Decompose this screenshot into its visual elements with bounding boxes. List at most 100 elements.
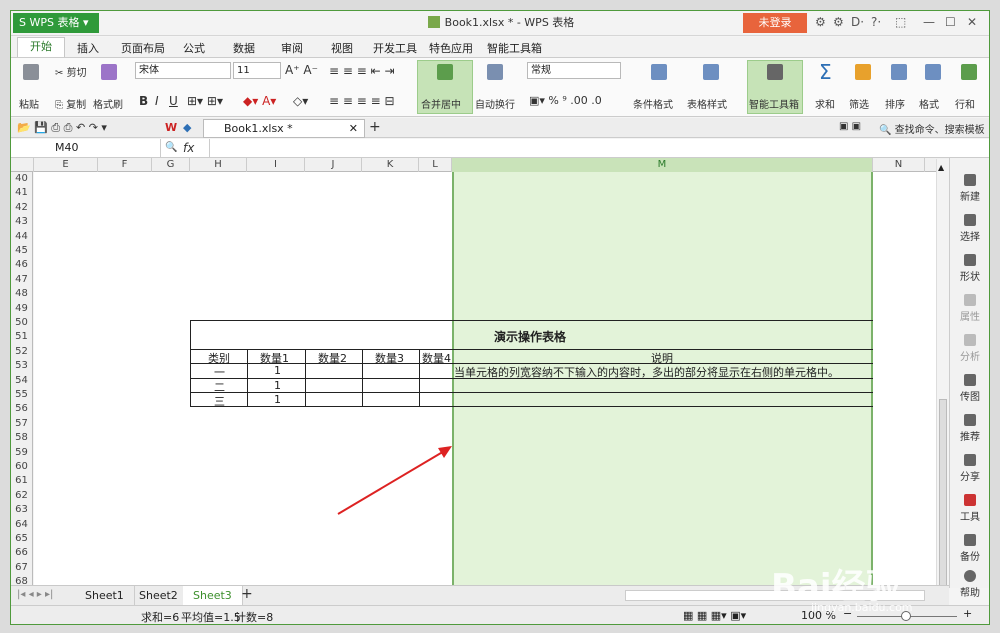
font-select[interactable]: 宋体 [135, 62, 231, 79]
row-label[interactable]: 64 [11, 518, 32, 532]
row-label[interactable]: 61 [11, 474, 32, 488]
col-j[interactable]: J [305, 158, 362, 172]
row-label[interactable]: 55 [11, 388, 32, 402]
conditional-format-button[interactable]: 条件格式 [633, 96, 673, 111]
tab-formula[interactable]: 公式 [183, 40, 205, 56]
merge-center-button[interactable]: 合并居中 [421, 96, 461, 111]
sort-button[interactable]: 排序 [885, 96, 905, 111]
format-painter-button[interactable]: 格式刷 [93, 96, 123, 111]
tab-review[interactable]: 审阅 [281, 40, 303, 56]
cut-button[interactable]: ✂ 剪切 [55, 64, 87, 79]
sheet-nav-icons[interactable]: |◂ ◂ ▸ ▸| [17, 589, 53, 600]
sidebar-share[interactable]: 分享 [950, 454, 989, 483]
data-cell[interactable]: 1 [274, 393, 281, 406]
row-label[interactable]: 57 [11, 417, 32, 431]
settings-icon[interactable]: ⚙ [833, 15, 844, 29]
col-l[interactable]: L [419, 158, 452, 172]
search-command[interactable]: 🔍 查找命令、搜索模板 [879, 121, 985, 136]
paste-button[interactable]: 粘贴 [19, 96, 39, 111]
table-title[interactable]: 演示操作表格 [494, 328, 566, 345]
sidebar-new[interactable]: 新建 [950, 174, 989, 203]
underline-button[interactable]: U [169, 94, 178, 108]
row-label[interactable]: 47 [11, 273, 32, 287]
vertical-scrollbar[interactable]: ▲ [936, 159, 949, 599]
row-label[interactable]: 56 [11, 402, 32, 416]
sheet-tab-2[interactable]: Sheet2 [129, 586, 189, 605]
header-cell[interactable]: 数量3 [375, 350, 404, 366]
row-label[interactable]: 44 [11, 230, 32, 244]
zoom-search-icon[interactable]: 🔍 [165, 142, 177, 153]
header-cell[interactable]: 数量2 [318, 350, 347, 366]
increase-font-icon[interactable]: A⁺ A⁻ [285, 63, 318, 77]
row-label[interactable]: 59 [11, 446, 32, 460]
copy-button[interactable]: ⎘ 复制 [55, 96, 86, 111]
header-cell[interactable]: 数量4 [422, 350, 451, 366]
sidebar-help[interactable]: 帮助 [950, 570, 989, 599]
row-label[interactable]: 46 [11, 258, 32, 272]
view-icons[interactable]: ▣ ▣ [839, 121, 861, 132]
align-top-icon[interactable]: ≡ ≡ ≡ ⇤ ⇥ [329, 64, 395, 78]
row-label[interactable]: 45 [11, 244, 32, 258]
minimize-button[interactable]: — [923, 15, 935, 29]
row-label[interactable]: 41 [11, 186, 32, 200]
tab-developer[interactable]: 开发工具 [373, 40, 417, 56]
row-label[interactable]: 66 [11, 546, 32, 560]
sidebar-select[interactable]: 选择 [950, 214, 989, 243]
row-col-button[interactable]: 行和 [955, 96, 975, 111]
row-label[interactable]: 63 [11, 503, 32, 517]
login-button[interactable]: 未登录 [743, 13, 807, 33]
font-color-icon[interactable]: ◆▾ A▾ [243, 94, 276, 108]
tab-special[interactable]: 特色应用 [429, 40, 473, 56]
clear-format-icon[interactable]: ◇▾ [293, 94, 308, 108]
sum-button[interactable]: 求和 [815, 96, 835, 111]
data-cell[interactable]: 1 [274, 379, 281, 392]
smart-toolbox-button[interactable]: 智能工具箱 [749, 96, 799, 111]
zoom-in-button[interactable]: + [963, 607, 972, 620]
format-painter-icon[interactable] [101, 64, 117, 80]
tab-page-layout[interactable]: 页面布局 [121, 40, 165, 56]
row-label[interactable]: 53 [11, 359, 32, 373]
sidebar-analysis[interactable]: 分析 [950, 334, 989, 363]
border-icon[interactable]: ⊞▾ ⊞▾ [187, 94, 223, 108]
skin-icon[interactable]: ⚙ [815, 15, 826, 29]
row-label[interactable]: 62 [11, 489, 32, 503]
sheet-tab-1[interactable]: Sheet1 [75, 586, 135, 605]
italic-button[interactable]: I [155, 94, 159, 108]
scroll-up-icon[interactable]: ▲ [938, 163, 944, 172]
sheet-tab-3[interactable]: Sheet3 [183, 586, 243, 605]
row-label[interactable]: 51 [11, 330, 32, 344]
sidebar-upload-image[interactable]: 传图 [950, 374, 989, 403]
sidebar-backup[interactable]: 备份 [950, 534, 989, 563]
row-label[interactable]: 67 [11, 561, 32, 575]
row-label[interactable]: 49 [11, 302, 32, 316]
row-label[interactable]: 65 [11, 532, 32, 546]
col-h[interactable]: H [190, 158, 247, 172]
tab-insert[interactable]: 插入 [77, 40, 99, 56]
add-sheet-button[interactable]: + [241, 586, 253, 602]
font-size-select[interactable]: 11 [233, 62, 281, 79]
filter-button[interactable]: 筛选 [849, 96, 869, 111]
quick-access-icons[interactable]: 📂 💾 ⎙ ⎙ ↶ ↷ ▾ [17, 121, 107, 135]
sidebar-property[interactable]: 属性 [950, 294, 989, 323]
row-label[interactable]: 50 [11, 316, 32, 330]
row-label[interactable]: 68 [11, 575, 32, 585]
close-button[interactable]: ✕ [967, 15, 977, 29]
help-icon[interactable]: ?· [871, 15, 881, 29]
col-i[interactable]: I [247, 158, 305, 172]
data-cell[interactable]: 一 [214, 364, 225, 380]
maximize-button[interactable]: ☐ [945, 15, 956, 29]
row-label[interactable]: 58 [11, 431, 32, 445]
row-label[interactable]: 52 [11, 345, 32, 359]
col-f[interactable]: F [98, 158, 152, 172]
align-left-icon[interactable]: ≡ ≡ ≡ ≡ ⊟ [329, 94, 395, 108]
col-g[interactable]: G [152, 158, 190, 172]
sidebar-recommend[interactable]: 推荐 [950, 414, 989, 443]
row-label[interactable]: 40 [11, 172, 32, 186]
document-tab[interactable]: Book1.xlsx * ✕ [203, 119, 365, 138]
sidebar-shape[interactable]: 形状 [950, 254, 989, 283]
row-label[interactable]: 42 [11, 201, 32, 215]
data-cell[interactable]: 三 [214, 393, 225, 409]
close-tab-icon[interactable]: ✕ [349, 120, 358, 137]
row-label[interactable]: 60 [11, 460, 32, 474]
currency-icon[interactable]: ▣▾ % ⁹ .00 .0 [529, 94, 602, 107]
